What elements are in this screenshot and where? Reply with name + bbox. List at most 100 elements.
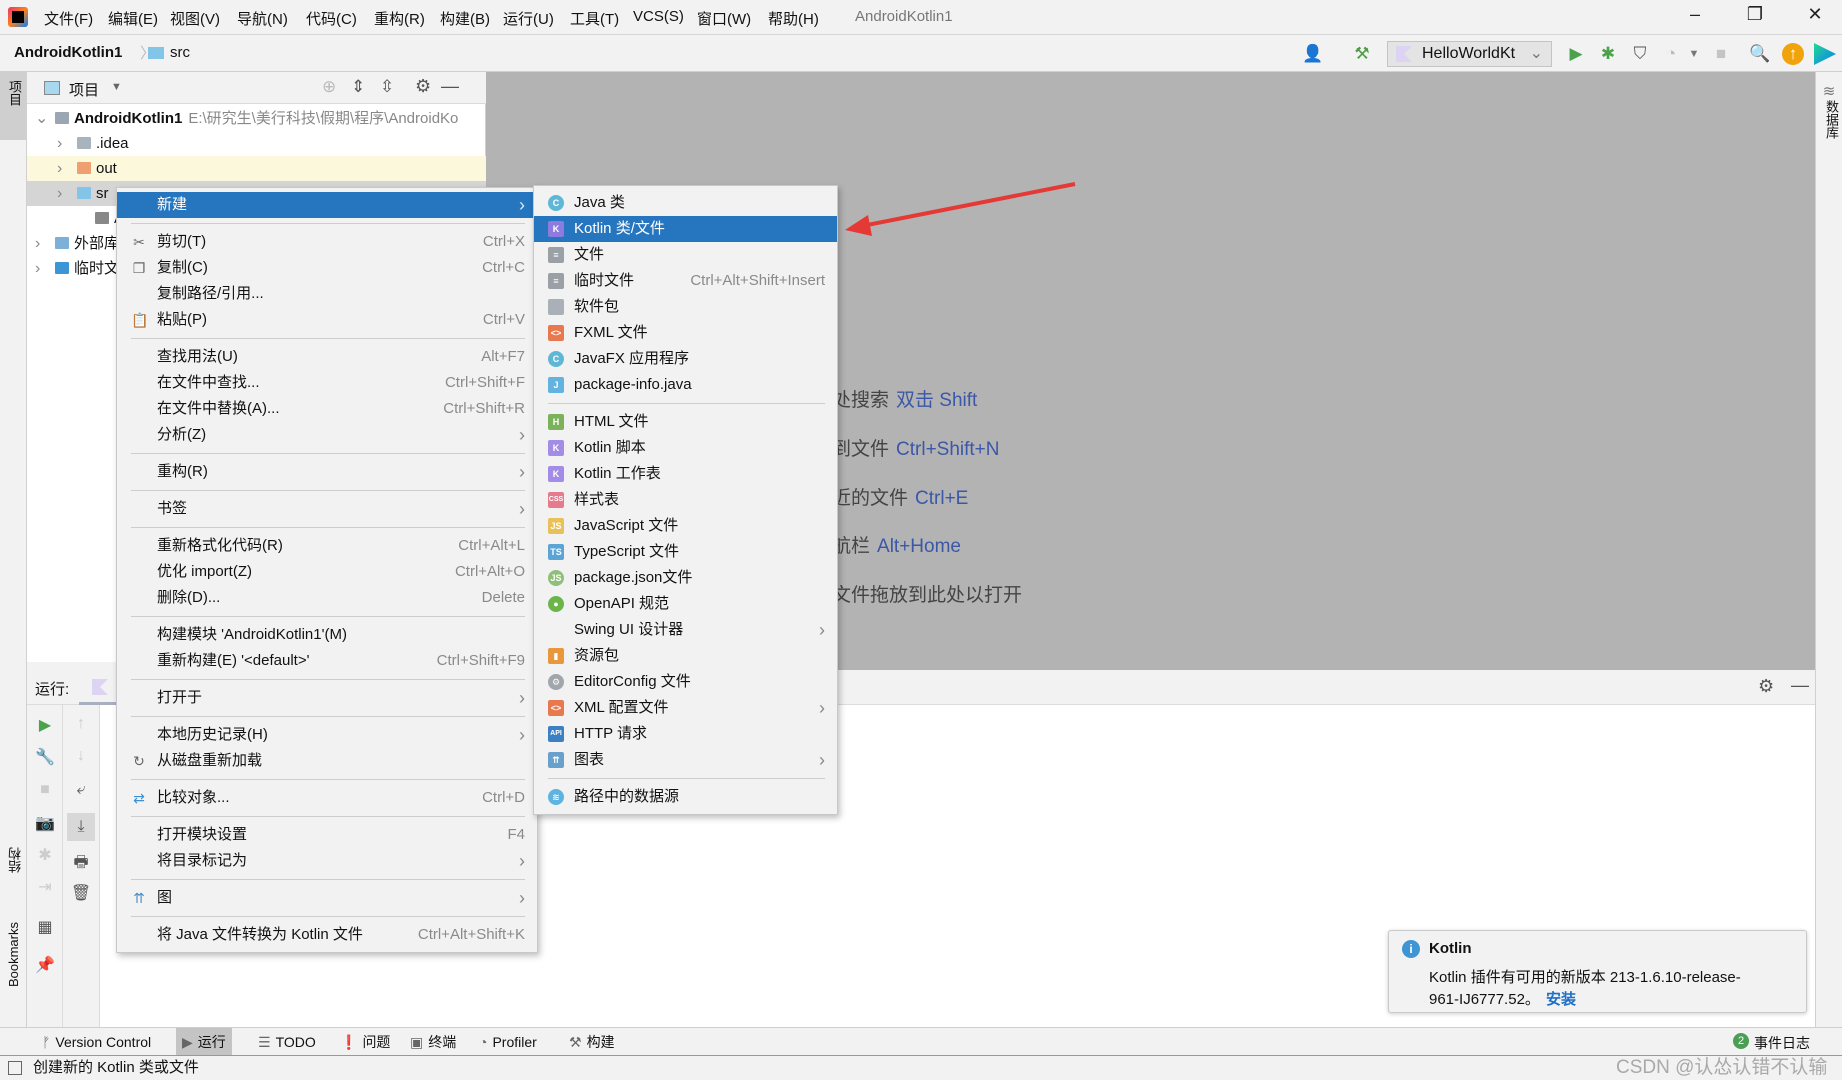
menu-10[interactable]: 窗口(W): [697, 8, 751, 29]
menu-item[interactable]: 将 Java 文件转换为 Kotlin 文件 Ctrl+Alt+Shift+K: [117, 922, 537, 948]
wrench-icon[interactable]: 🔧: [34, 747, 56, 769]
menu-item[interactable]: ✂ 剪切(T) Ctrl+X: [117, 229, 537, 255]
pin-icon[interactable]: 📌: [34, 955, 56, 977]
gear-icon[interactable]: ⚙: [415, 76, 431, 97]
menu-item[interactable]: ≡ 临时文件 Ctrl+Alt+Shift+Insert: [534, 268, 837, 294]
menu-item[interactable]: C JavaFX 应用程序: [534, 346, 837, 372]
tool-tab-0[interactable]: ᚠ Version Control: [36, 1028, 157, 1056]
menu-item[interactable]: TS TypeScript 文件: [534, 539, 837, 565]
breadcrumb-folder[interactable]: src: [170, 44, 190, 61]
menu-item[interactable]: Swing UI 设计器 ›: [534, 617, 837, 643]
menu-5[interactable]: 重构(R): [374, 8, 425, 29]
menu-item[interactable]: ⚙ EditorConfig 文件: [534, 669, 837, 695]
run-icon[interactable]: ▶: [1565, 43, 1587, 65]
menu-item[interactable]: 优化 import(Z) Ctrl+Alt+O: [117, 559, 537, 585]
arrow-down-icon[interactable]: ↓: [70, 747, 92, 769]
restore-button[interactable]: ❐: [1735, 4, 1775, 30]
chevron-right-icon[interactable]: ›: [57, 131, 77, 156]
menu-item[interactable]: ≋ 路径中的数据源: [534, 784, 837, 810]
menu-4[interactable]: 代码(C): [306, 8, 357, 29]
user-icon[interactable]: 👤: [1302, 43, 1324, 65]
chevron-right-icon[interactable]: ›: [57, 156, 77, 181]
trash-icon[interactable]: 🗑: [70, 883, 92, 905]
menu-item[interactable]: 重新构建(E) '<default>' Ctrl+Shift+F9: [117, 648, 537, 674]
menu-item[interactable]: ❐ 复制(C) Ctrl+C: [117, 255, 537, 281]
scroll-to-end-icon[interactable]: ⤓: [67, 813, 95, 841]
build-hammer-icon[interactable]: ⚒: [1351, 43, 1373, 65]
chevron-right-icon[interactable]: ›: [35, 231, 55, 256]
menu-item[interactable]: Jpackage-info.java: [534, 372, 837, 398]
tool-tab-3[interactable]: ❗ 问题: [334, 1028, 396, 1056]
menu-11[interactable]: 帮助(H): [768, 8, 819, 29]
tool-tab-5[interactable]: ◔ Profiler: [473, 1028, 543, 1056]
run-with-coverage-icon[interactable]: ⛉: [1629, 43, 1651, 65]
stop-icon[interactable]: ■: [1710, 43, 1732, 65]
install-link[interactable]: 安装: [1546, 988, 1576, 1009]
project-tool-button[interactable]: 项目: [0, 72, 26, 140]
search-icon[interactable]: 🔍: [1749, 43, 1771, 65]
expand-all-icon[interactable]: ⇕: [351, 77, 365, 97]
menu-item[interactable]: 打开于 ›: [117, 685, 537, 711]
tool-tab-4[interactable]: ▣ 终端: [404, 1028, 462, 1056]
chevron-down-icon[interactable]: ▼: [111, 81, 122, 93]
tree-item[interactable]: ⌄ AndroidKotlin1 E:\研究生\美行科技\假期\程序\Android…: [27, 106, 486, 131]
chevron-right-icon[interactable]: ⌄: [35, 106, 55, 131]
arrow-up-icon[interactable]: ↑: [70, 715, 92, 737]
tool-tab-2[interactable]: ☰ TODO: [252, 1028, 322, 1056]
run-configuration-dropdown[interactable]: HelloWorldKt ⌄: [1387, 41, 1552, 67]
debug-icon[interactable]: ✱: [1597, 43, 1619, 65]
menu-item[interactable]: ↻ 从磁盘重新加载: [117, 748, 537, 774]
exit-icon[interactable]: ⇥: [34, 877, 56, 899]
breadcrumb-project[interactable]: AndroidKotlin1: [14, 44, 122, 61]
structure-tool-button[interactable]: 结构: [0, 847, 26, 873]
tree-item[interactable]: › .idea: [27, 131, 486, 156]
menu-item[interactable]: 新建 ›: [117, 192, 537, 218]
menu-item[interactable]: 重新格式化代码(R) Ctrl+Alt+L: [117, 533, 537, 559]
menu-item[interactable]: K Kotlin 脚本: [534, 435, 837, 461]
menu-item[interactable]: JS package.json文件: [534, 565, 837, 591]
menu-item[interactable]: 分析(Z) ›: [117, 422, 537, 448]
menu-9[interactable]: VCS(S): [633, 8, 684, 25]
database-tool-button[interactable]: ≋ 数据库: [1816, 82, 1842, 139]
menu-3[interactable]: 导航(N): [237, 8, 288, 29]
bookmarks-tool-button[interactable]: Bookmarks: [0, 922, 26, 987]
menu-item[interactable]: ● OpenAPI 规范: [534, 591, 837, 617]
camera-icon[interactable]: 📷: [34, 813, 56, 835]
hide-icon[interactable]: —: [441, 76, 459, 97]
hide-icon[interactable]: —: [1791, 675, 1809, 696]
menu-item[interactable]: 复制路径/引用...: [117, 281, 537, 307]
menu-item[interactable]: 书签 ›: [117, 496, 537, 522]
menu-0[interactable]: 文件(F): [44, 8, 93, 29]
menu-item[interactable]: 将目录标记为 ›: [117, 848, 537, 874]
tree-item[interactable]: › out: [27, 156, 486, 181]
menu-item[interactable]: <> XML 配置文件 ›: [534, 695, 837, 721]
menu-item[interactable]: H HTML 文件: [534, 409, 837, 435]
menu-item[interactable]: 重构(R) ›: [117, 459, 537, 485]
stop-icon[interactable]: ■: [34, 781, 56, 803]
kotlin-run-tab-icon[interactable]: [92, 679, 108, 695]
menu-1[interactable]: 编辑(E): [108, 8, 158, 29]
menu-item[interactable]: 删除(D)... Delete: [117, 585, 537, 611]
profile-icon[interactable]: ◔: [1660, 43, 1682, 65]
menu-item[interactable]: 软件包: [534, 294, 837, 320]
rerun-icon[interactable]: ▶: [34, 715, 56, 737]
update-icon[interactable]: ↑: [1782, 43, 1804, 65]
chevron-right-icon[interactable]: ›: [35, 256, 55, 281]
menu-item[interactable]: <> FXML 文件: [534, 320, 837, 346]
menu-item[interactable]: JS JavaScript 文件: [534, 513, 837, 539]
menu-item[interactable]: ≡ 文件: [534, 242, 837, 268]
minimize-button[interactable]: –: [1675, 4, 1715, 30]
menu-item[interactable]: 在文件中替换(A)... Ctrl+Shift+R: [117, 396, 537, 422]
menu-item[interactable]: C Java 类: [534, 190, 837, 216]
project-view-selector[interactable]: 项目: [69, 79, 99, 100]
locate-icon[interactable]: ⊕: [322, 77, 336, 97]
tool-tab-1[interactable]: ▶ 运行: [176, 1028, 232, 1056]
gear-icon[interactable]: ⚙: [1758, 676, 1774, 697]
menu-item[interactable]: 本地历史记录(H) ›: [117, 722, 537, 748]
print-icon[interactable]: 🖶: [70, 851, 92, 873]
jetbrains-toolbox-icon[interactable]: [1814, 43, 1836, 65]
menu-2[interactable]: 视图(V): [170, 8, 220, 29]
menu-item[interactable]: ⇈ 图 ›: [117, 885, 537, 911]
menu-7[interactable]: 运行(U): [503, 8, 554, 29]
menu-6[interactable]: 构建(B): [440, 8, 490, 29]
